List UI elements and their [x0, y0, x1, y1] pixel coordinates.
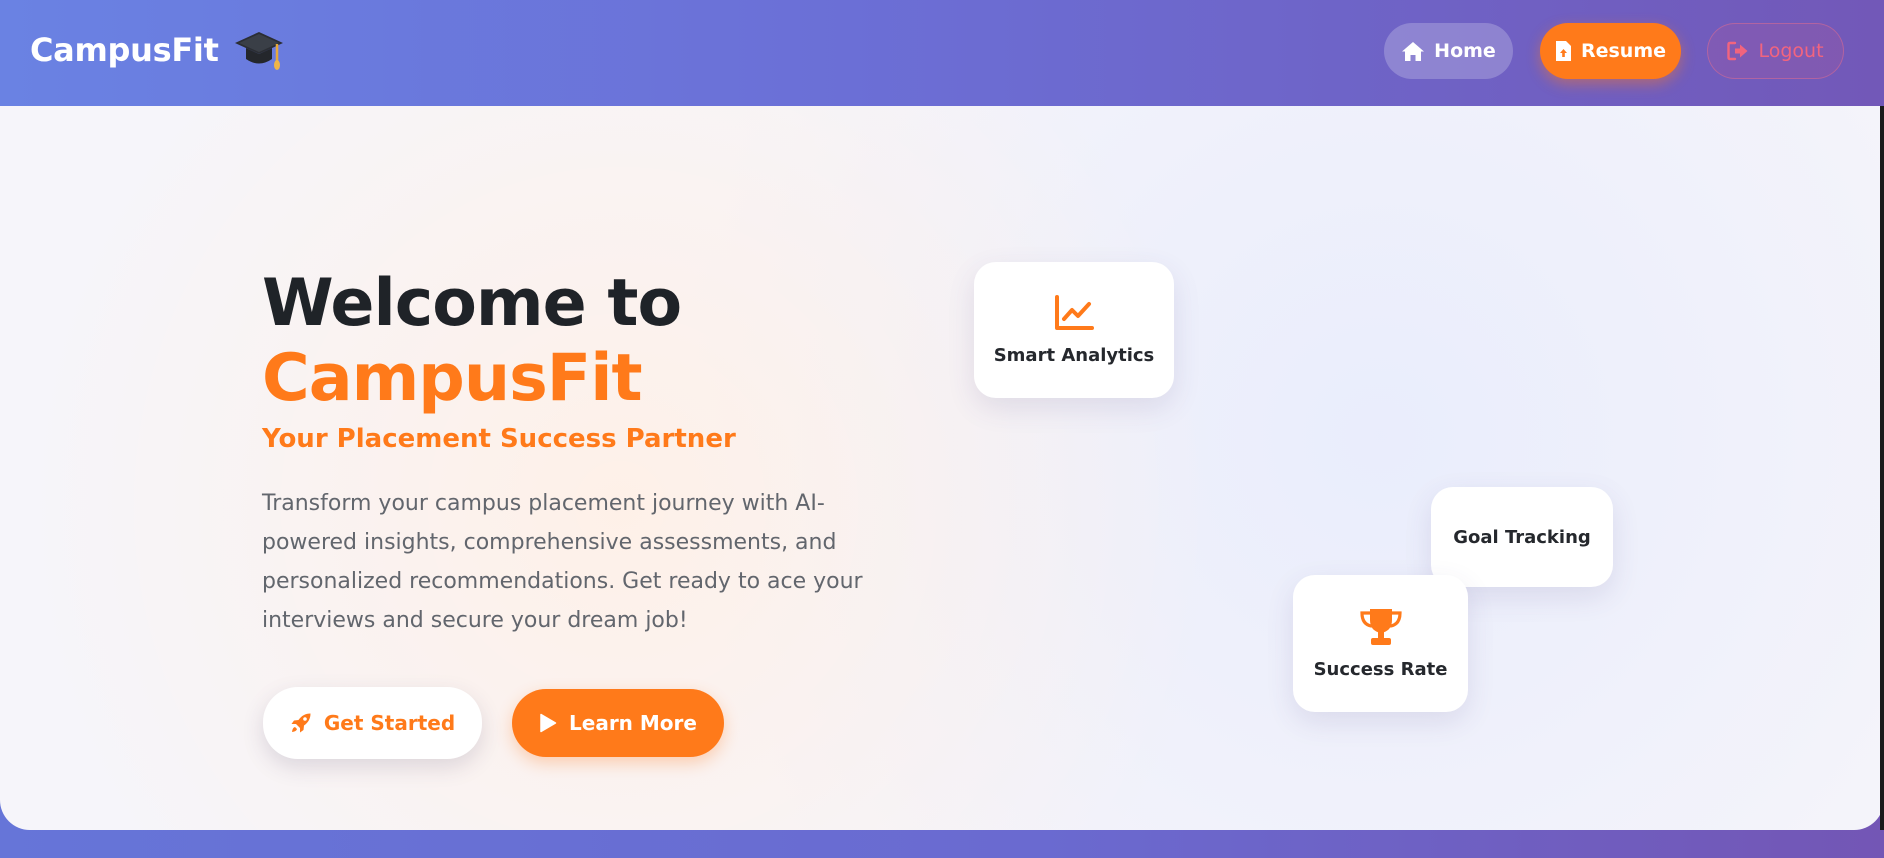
- nav-resume-button[interactable]: Resume: [1540, 23, 1681, 79]
- feature-card-success-rate: Success Rate: [1293, 575, 1468, 712]
- file-upload-icon: [1555, 41, 1571, 61]
- nav-home-label: Home: [1434, 40, 1496, 62]
- window-edge: [1880, 106, 1884, 830]
- trophy-icon: [1359, 609, 1402, 645]
- hero-title-line-1: Welcome to: [262, 266, 682, 341]
- hero-title-brand: CampusFit: [262, 341, 643, 416]
- feature-card-smart-analytics: Smart Analytics: [974, 262, 1174, 398]
- line-chart-icon: [1055, 294, 1094, 330]
- feature-label-goal-tracking: Goal Tracking: [1453, 526, 1591, 548]
- brand-name: CampusFit: [30, 31, 219, 69]
- nav-logout-button[interactable]: Logout: [1707, 23, 1844, 79]
- hero-section: Welcome to CampusFit Your Placement Succ…: [0, 106, 1884, 830]
- hero-subtitle: Your Placement Success Partner: [262, 424, 736, 454]
- learn-more-button[interactable]: Learn More: [512, 689, 724, 757]
- hero-description: Transform your campus placement journey …: [262, 491, 863, 633]
- get-started-label: Get Started: [323, 711, 456, 735]
- play-icon: [540, 713, 557, 733]
- nav-resume-label: Resume: [1580, 40, 1667, 62]
- sign-out-icon: [1727, 41, 1748, 61]
- top-navbar: CampusFit Home Resume Logout: [0, 0, 1884, 106]
- nav-home-button[interactable]: Home: [1384, 23, 1513, 79]
- brand-logo[interactable]: CampusFit: [30, 30, 285, 70]
- nav-logout-label: Logout: [1758, 40, 1824, 62]
- rocket-icon: [291, 713, 311, 733]
- feature-label-success-rate: Success Rate: [1313, 659, 1448, 680]
- feature-card-goal-tracking: Goal Tracking: [1431, 487, 1613, 587]
- feature-label-smart-analytics: Smart Analytics: [993, 344, 1155, 366]
- graduation-cap-icon: [234, 32, 283, 70]
- get-started-button[interactable]: Get Started: [263, 687, 482, 759]
- learn-more-label: Learn More: [569, 711, 697, 735]
- home-icon: [1402, 41, 1425, 61]
